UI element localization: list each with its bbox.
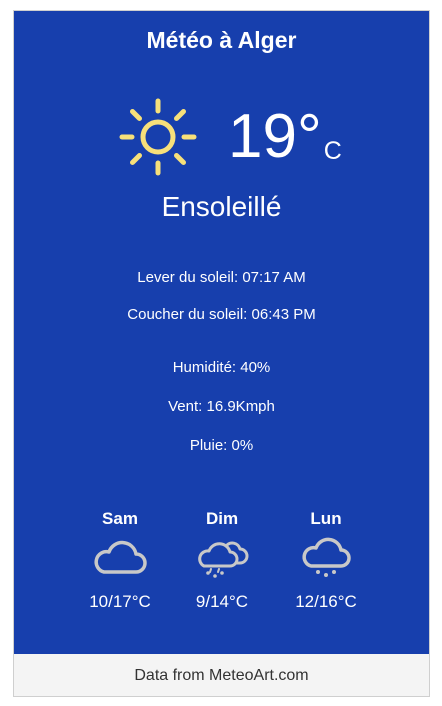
forecast-temps: 12/16°C: [295, 592, 357, 611]
humidity-text: Humidité: 40%: [172, 359, 271, 376]
forecast-day: Lun 12/16°C: [276, 508, 376, 612]
rain-text: Pluie: 0%: [189, 437, 254, 454]
forecast-day-name: Sam: [102, 509, 138, 528]
cloud-icon: [94, 540, 147, 574]
sunrise-text: Lever du soleil: 07:17 AM: [137, 269, 306, 286]
forecast-temps: 10/17°C: [89, 592, 151, 611]
sunset-text: Coucher du soleil: 06:43 PM: [127, 306, 316, 323]
sun-icon: [119, 98, 197, 176]
widget-title: Météo à Alger: [146, 27, 297, 53]
forecast-day-name: Lun: [310, 509, 342, 528]
footer-prefix: Data from: [134, 667, 210, 684]
wind-text: Vent: 16.9Kmph: [168, 398, 275, 415]
forecast-day: Sam 10/17°C: [70, 508, 170, 612]
forecast-day: Dim 9/14°C: [172, 508, 272, 612]
temperature-unit: C: [323, 137, 342, 165]
forecast-temps: 9/14°C: [195, 592, 249, 611]
cloud-rain-icon: [302, 537, 351, 577]
meteoart-link[interactable]: MeteoArt.com: [209, 667, 309, 684]
cloud-rain-snow-icon: [198, 541, 249, 578]
weather-panel: Météo à Alger 19° C Ensoleillé Lever du …: [14, 11, 429, 654]
current-condition: Ensoleillé: [161, 191, 282, 222]
temperature-value: 19°: [228, 102, 322, 171]
forecast-day-name: Dim: [205, 509, 239, 528]
weather-widget: Météo à Alger 19° C Ensoleillé Lever du …: [13, 10, 430, 697]
current-temperature: 19° C: [228, 97, 342, 177]
footer: Data from MeteoArt.com: [14, 654, 429, 696]
